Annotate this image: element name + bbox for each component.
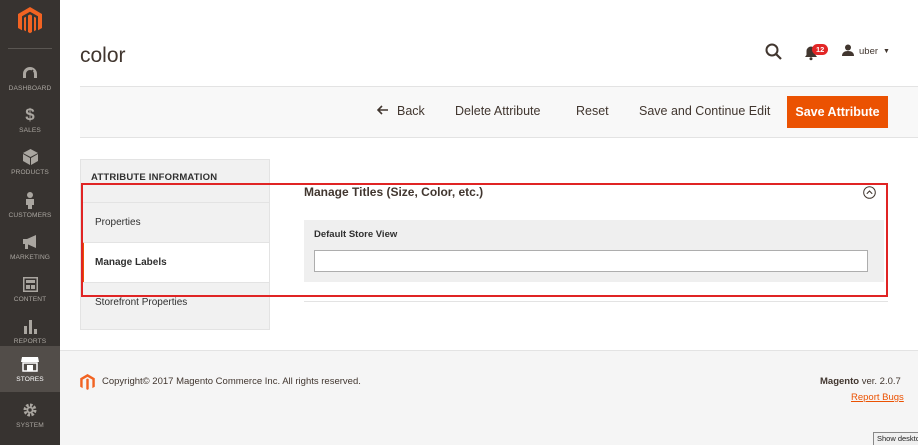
- user-icon: [842, 44, 854, 59]
- back-button-label: Back: [397, 104, 425, 118]
- tab-manage-labels[interactable]: Manage Labels: [81, 242, 269, 282]
- page-title: color: [80, 44, 126, 67]
- section-title[interactable]: Manage Titles (Size, Color, etc.): [304, 185, 483, 199]
- store-icon: [21, 355, 39, 373]
- sidebar-item-stores[interactable]: STORES: [0, 346, 60, 392]
- tab-properties[interactable]: Properties: [81, 202, 269, 242]
- brand-name: Magento: [820, 376, 860, 387]
- sidebar-item-content[interactable]: CONTENT: [0, 268, 60, 310]
- admin-sidebar: DASHBOARD $ SALES PRODUCTS CUSTOMERS MAR…: [0, 0, 60, 445]
- magento-footer-logo-icon: [80, 374, 95, 391]
- search-icon[interactable]: [765, 43, 783, 61]
- bar-chart-icon: [21, 317, 39, 335]
- username-label: uber: [859, 46, 879, 57]
- save-attribute-button[interactable]: Save Attribute: [787, 96, 888, 128]
- version-number: ver. 2.0.7: [861, 376, 901, 387]
- sidebar-item-products[interactable]: PRODUCTS: [0, 141, 60, 183]
- footer: [60, 350, 918, 445]
- tab-storefront-properties[interactable]: Storefront Properties: [81, 282, 269, 322]
- save-and-continue-button[interactable]: Save and Continue Edit: [639, 104, 770, 118]
- cube-icon: [21, 148, 39, 166]
- sidebar-item-marketing[interactable]: MARKETING: [0, 226, 60, 268]
- megaphone-icon: [21, 233, 39, 251]
- back-button[interactable]: Back: [376, 104, 425, 118]
- copyright-text: Copyright© 2017 Magento Commerce Inc. Al…: [102, 376, 361, 387]
- tabs-title: ATTRIBUTE INFORMATION: [91, 172, 218, 183]
- sidebar-item-sales[interactable]: $ SALES: [0, 99, 60, 141]
- sidebar-item-customers[interactable]: CUSTOMERS: [0, 184, 60, 226]
- sidebar-item-system[interactable]: SYSTEM: [0, 394, 60, 436]
- magento-logo-icon: [18, 7, 42, 34]
- version-text: Magento ver. 2.0.7: [820, 376, 901, 387]
- layout-icon: [21, 275, 39, 293]
- chevron-down-icon: ▼: [883, 48, 890, 55]
- notification-count-badge: 12: [812, 44, 829, 55]
- report-bugs-link[interactable]: Report Bugs: [851, 392, 904, 403]
- person-icon: [21, 191, 39, 209]
- delete-attribute-button[interactable]: Delete Attribute: [455, 104, 540, 118]
- user-menu[interactable]: uber ▼: [842, 44, 890, 59]
- dashboard-icon: [21, 64, 39, 82]
- sidebar-item-dashboard[interactable]: DASHBOARD: [0, 57, 60, 99]
- sidebar-divider: [8, 48, 52, 49]
- magento-logo[interactable]: [0, 0, 60, 42]
- reset-button[interactable]: Reset: [576, 104, 609, 118]
- show-desktop-button[interactable]: Show deskto: [873, 432, 918, 445]
- dollar-icon: $: [25, 105, 35, 124]
- section-divider: [304, 301, 888, 302]
- default-store-view-input[interactable]: [314, 250, 868, 272]
- default-store-view-label: Default Store View: [314, 229, 398, 240]
- arrow-left-icon: [376, 104, 389, 118]
- collapse-chevron-up-icon[interactable]: [863, 186, 876, 199]
- gear-icon: [21, 401, 39, 419]
